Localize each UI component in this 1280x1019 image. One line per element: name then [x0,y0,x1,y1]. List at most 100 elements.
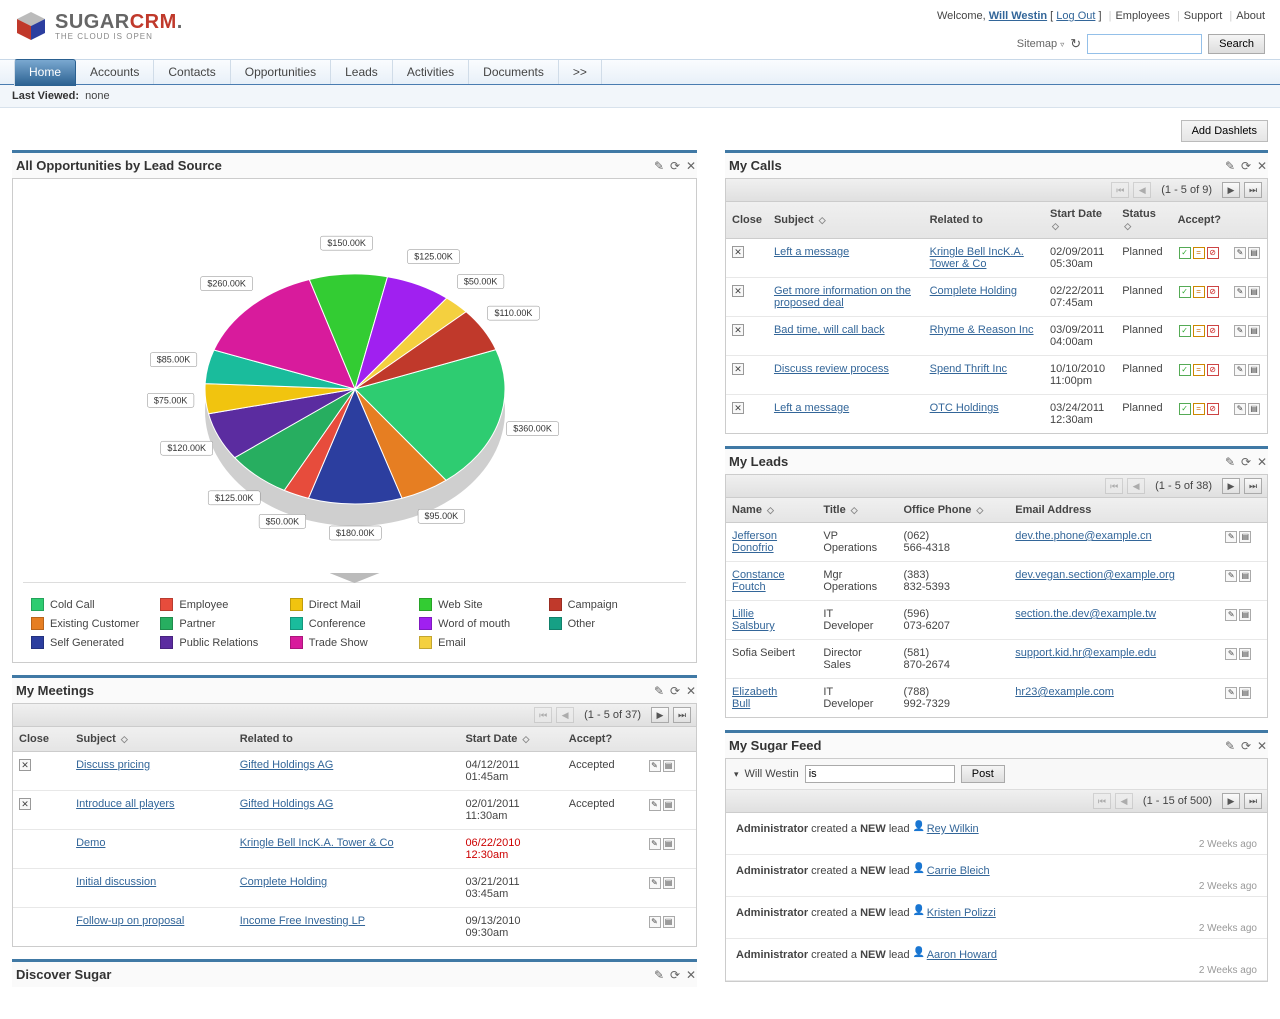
col-header[interactable]: Start Date ◇ [1044,202,1116,239]
refresh-icon[interactable]: ⟳ [1240,456,1252,468]
legend-item[interactable]: Email [419,633,548,652]
tab-opportunities[interactable]: Opportunities [231,60,331,84]
tentative-icon[interactable]: = [1193,247,1205,259]
edit-icon[interactable]: ✎ [1224,456,1236,468]
tab-accounts[interactable]: Accounts [76,60,154,84]
lead-email-link[interactable]: section.the.dev@example.tw [1015,608,1156,620]
edit-row-icon[interactable]: ✎ [649,760,661,772]
lead-name-link[interactable]: JeffersonDonofrio [732,530,777,554]
edit-row-icon[interactable]: ✎ [1225,687,1237,699]
meeting-subject-link[interactable]: Demo [76,837,105,849]
refresh-icon[interactable]: ⟳ [1240,740,1252,752]
decline-icon[interactable]: ⊘ [1207,247,1219,259]
pager-prev[interactable]: ◀ [1127,478,1145,494]
close-icon[interactable]: ✕ [685,969,697,981]
edit-row-icon[interactable]: ✎ [1234,403,1246,415]
col-header[interactable]: Accept? [563,727,642,752]
edit-row-icon[interactable]: ✎ [649,799,661,811]
refresh-icon[interactable]: ⟳ [669,685,681,697]
edit-row-icon[interactable]: ✎ [1234,364,1246,376]
edit-row-icon[interactable]: ✎ [649,838,661,850]
view-row-icon[interactable]: ▤ [1248,286,1260,298]
view-row-icon[interactable]: ▤ [663,877,675,889]
call-subject-link[interactable]: Get more information on the proposed dea… [774,285,911,309]
legend-item[interactable]: Web Site [419,595,548,614]
call-subject-link[interactable]: Bad time, will call back [774,324,885,336]
legend-item[interactable]: Existing Customer [31,614,160,633]
edit-row-icon[interactable]: ✎ [649,916,661,928]
edit-row-icon[interactable]: ✎ [1234,247,1246,259]
refresh-icon[interactable]: ⟳ [1240,160,1252,172]
sitemap-link[interactable]: Sitemap ▿ [1017,38,1064,50]
legend-item[interactable]: Trade Show [290,633,419,652]
refresh-icon[interactable]: ⟳ [669,160,681,172]
related-link[interactable]: Gifted Holdings AG [240,798,334,810]
col-header[interactable]: Close [726,202,768,239]
col-header[interactable]: Subject ◇ [70,727,234,752]
close-icon[interactable]: ✕ [1256,740,1268,752]
username-link[interactable]: Will Westin [989,10,1047,22]
tab-[interactable]: >> [559,60,602,84]
pager-prev[interactable]: ◀ [556,707,574,723]
chevron-down-icon[interactable]: ▾ [734,769,739,780]
edit-row-icon[interactable]: ✎ [1225,570,1237,582]
tab-home[interactable]: Home [14,59,76,86]
related-link[interactable]: Kringle Bell IncK.A. Tower & Co [930,246,1024,270]
related-link[interactable]: Gifted Holdings AG [240,759,334,771]
edit-icon[interactable]: ✎ [653,160,665,172]
pager-last[interactable]: ⏭ [1244,182,1262,198]
logout-link[interactable]: Log Out [1056,10,1095,22]
accept-icon[interactable]: ✓ [1179,364,1191,376]
view-row-icon[interactable]: ▤ [663,799,675,811]
lead-name-link[interactable]: ConstanceFoutch [732,569,785,593]
view-row-icon[interactable]: ▤ [1248,364,1260,376]
col-header[interactable]: Accept? [1172,202,1227,239]
accept-icon[interactable]: ✓ [1179,247,1191,259]
related-link[interactable]: Complete Holding [240,876,327,888]
legend-item[interactable]: Conference [290,614,419,633]
related-link[interactable]: OTC Holdings [930,402,999,414]
view-row-icon[interactable]: ▤ [1239,531,1251,543]
feed-target-link[interactable]: Aaron Howard [927,949,997,961]
tentative-icon[interactable]: = [1193,325,1205,337]
view-row-icon[interactable]: ▤ [1248,403,1260,415]
related-link[interactable]: Income Free Investing LP [240,915,365,927]
employees-link[interactable]: Employees [1115,10,1169,22]
feed-target-link[interactable]: Rey Wilkin [927,823,979,835]
tab-leads[interactable]: Leads [331,60,393,84]
meeting-subject-link[interactable]: Follow-up on proposal [76,915,184,927]
close-icon[interactable]: ✕ [685,160,697,172]
tab-activities[interactable]: Activities [393,60,469,84]
pager-first[interactable]: ⏮ [1111,182,1129,198]
pager-last[interactable]: ⏭ [673,707,691,723]
close-row-icon[interactable]: ✕ [732,324,744,336]
legend-item[interactable]: Direct Mail [290,595,419,614]
pager-last[interactable]: ⏭ [1244,793,1262,809]
view-row-icon[interactable]: ▤ [1239,648,1251,660]
pager-first[interactable]: ⏮ [1093,793,1111,809]
view-row-icon[interactable]: ▤ [663,916,675,928]
tentative-icon[interactable]: = [1193,286,1205,298]
related-link[interactable]: Complete Holding [930,285,1017,297]
close-icon[interactable]: ✕ [685,685,697,697]
refresh-icon[interactable]: ⟳ [669,969,681,981]
edit-row-icon[interactable]: ✎ [1234,325,1246,337]
about-link[interactable]: About [1236,10,1265,22]
edit-row-icon[interactable]: ✎ [1225,609,1237,621]
accept-icon[interactable]: ✓ [1179,403,1191,415]
legend-item[interactable]: Word of mouth [419,614,548,633]
decline-icon[interactable]: ⊘ [1207,286,1219,298]
legend-item[interactable]: Partner [160,614,289,633]
legend-item[interactable]: Cold Call [31,595,160,614]
feed-input[interactable] [805,765,955,783]
meeting-subject-link[interactable]: Introduce all players [76,798,174,810]
col-header[interactable]: Subject ◇ [768,202,924,239]
edit-row-icon[interactable]: ✎ [1234,286,1246,298]
tentative-icon[interactable]: = [1193,403,1205,415]
lead-email-link[interactable]: hr23@example.com [1015,686,1114,698]
edit-row-icon[interactable]: ✎ [1225,648,1237,660]
call-subject-link[interactable]: Left a message [774,246,849,258]
meeting-subject-link[interactable]: Initial discussion [76,876,156,888]
pager-first[interactable]: ⏮ [534,707,552,723]
lead-name-link[interactable]: ElizabethBull [732,686,777,710]
